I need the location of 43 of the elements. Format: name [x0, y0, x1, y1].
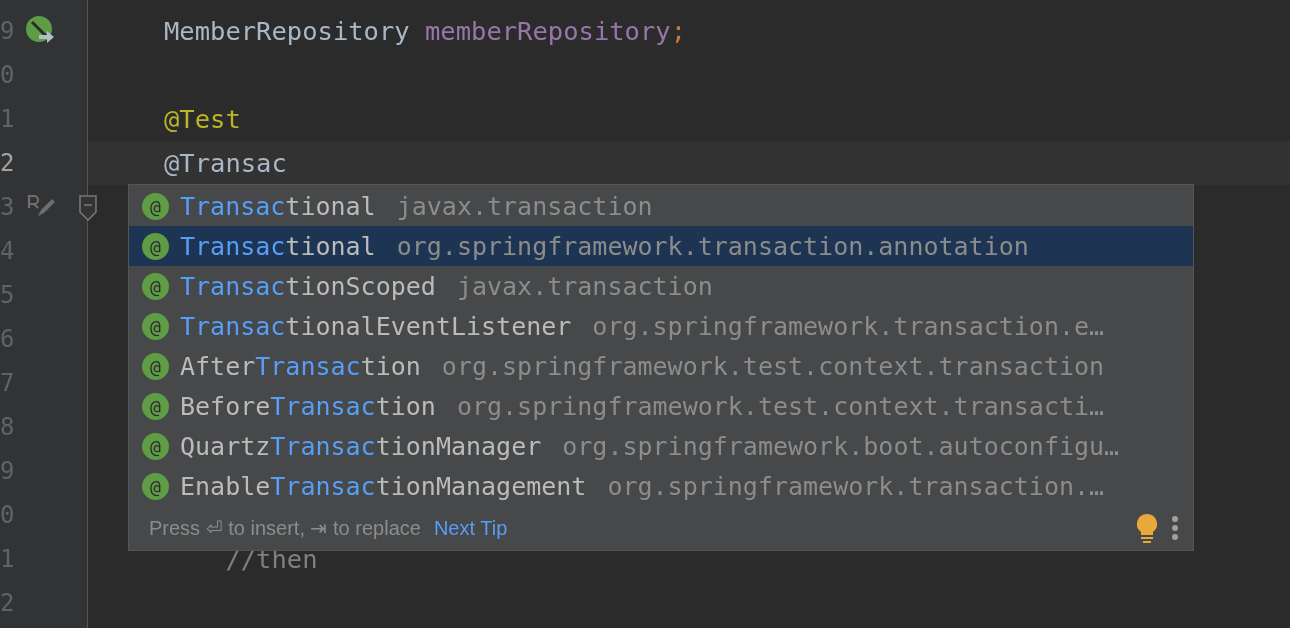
completion-item[interactable]: @ Transactional javax.transaction	[129, 186, 1193, 226]
hint-text: Press ⏎ to insert, ⇥ to replace	[149, 516, 421, 540]
completion-name: TransactionalEventListener	[180, 311, 572, 341]
completion-item[interactable]: @ EnableTransactionManagement org.springframework.transaction.…	[129, 466, 1193, 506]
package-name: org.springframework.transaction.…	[607, 471, 1105, 501]
code-line: @Transac	[164, 148, 287, 178]
lightbulb-icon[interactable]	[1136, 513, 1158, 543]
completion-name: BeforeTransaction	[180, 391, 436, 421]
completion-item[interactable]: @ QuartzTransactionManager org.springframework.boot.autoconfigu…	[129, 426, 1193, 466]
completion-item[interactable]: @ TransactionScoped javax.transaction	[129, 266, 1193, 306]
completion-name: EnableTransactionManagement	[180, 471, 587, 501]
package-name: org.springframework.transaction.e…	[592, 311, 1105, 341]
run-icon[interactable]	[26, 16, 56, 46]
package-name: org.springframework.transaction.annotation	[396, 231, 1029, 261]
annotation-icon: @	[142, 232, 169, 260]
code-line: //then	[224, 544, 318, 574]
more-icon[interactable]	[1171, 515, 1179, 541]
completion-name: AfterTransaction	[180, 351, 421, 381]
completion-item[interactable]: @ AfterTransaction org.springframework.test.context.transaction	[129, 346, 1193, 386]
annotation-icon: @	[142, 192, 169, 220]
package-name: org.springframework.test.context.transaction	[441, 351, 1105, 381]
package-name: javax.transaction	[456, 271, 713, 301]
package-name: javax.transaction	[396, 191, 653, 221]
completion-item[interactable]: @ TransactionalEventListener org.springframework.transaction.e…	[129, 306, 1193, 346]
annotation-icon: @	[142, 352, 169, 380]
fold-marker-icon[interactable]	[78, 195, 98, 221]
completion-name: TransactionScoped	[180, 271, 436, 301]
code-line: MemberRepository memberRepository;	[164, 16, 686, 46]
annotation-icon: @	[142, 392, 169, 420]
completion-item[interactable]: @ BeforeTransaction org.springframework.test.context.transacti…	[129, 386, 1193, 426]
completion-item[interactable]: @ Transactional org.springframework.transaction.annotation	[129, 226, 1193, 266]
line-number: 2	[0, 149, 16, 177]
completion-name: Transactional	[180, 231, 376, 261]
annotation-icon: @	[142, 432, 169, 460]
next-tip-link[interactable]: Next Tip	[433, 516, 508, 540]
package-name: org.springframework.boot.autoconfigu…	[562, 431, 1120, 461]
annotation-icon: @	[142, 312, 169, 340]
package-name: org.springframework.test.context.transacti…	[456, 391, 1105, 421]
code-line: @Test	[164, 104, 241, 134]
completion-name: Transactional	[180, 191, 376, 221]
annotation-icon: @	[142, 472, 169, 500]
annotation-icon: @	[142, 272, 169, 300]
completion-name: QuartzTransactionManager	[180, 431, 542, 461]
